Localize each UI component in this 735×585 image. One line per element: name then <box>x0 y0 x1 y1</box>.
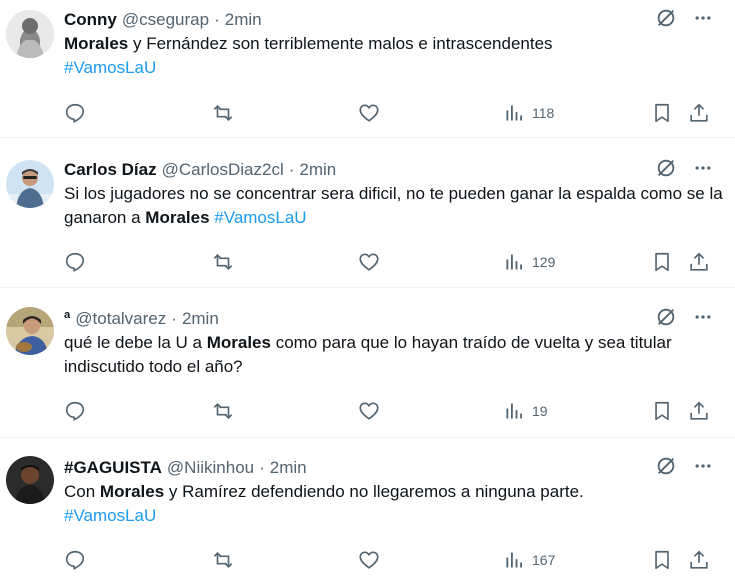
views-button[interactable]: 118 <box>504 100 554 126</box>
tweet-text: Con Morales y Ramírez defendiendo no lle… <box>64 480 724 528</box>
views-chart-icon <box>504 549 524 571</box>
separator-dot: · <box>171 309 177 328</box>
user-handle[interactable]: @csegurap <box>122 10 209 30</box>
more-options-icon[interactable] <box>693 8 713 33</box>
tweet-top-icons <box>655 158 713 182</box>
bookmark-icon[interactable] <box>651 249 673 275</box>
reply-icon[interactable] <box>64 100 86 126</box>
heart-icon[interactable] <box>358 398 380 424</box>
timestamp[interactable]: 2min <box>182 309 219 329</box>
views-button[interactable]: 167 <box>504 547 555 573</box>
views-chart-icon <box>504 400 524 422</box>
tweet[interactable]: ª @totalvarez · 2min qué le debe la U a … <box>0 307 735 438</box>
tweet[interactable]: #GAGUISTA @Niikinhou · 2min Con Morales … <box>0 456 735 585</box>
tweet-text: Si los jugadores no se concentrar sera d… <box>64 182 724 230</box>
tweet-text: Morales y Fernández son terriblemente ma… <box>64 32 724 80</box>
reply-icon[interactable] <box>64 547 86 573</box>
views-count: 118 <box>532 105 555 121</box>
tweet-header: Conny @csegurap · 2min <box>64 8 262 32</box>
tweet-header: ª @totalvarez · 2min <box>64 307 219 331</box>
share-icon[interactable] <box>688 249 710 275</box>
heart-icon[interactable] <box>358 547 380 573</box>
user-name[interactable]: Conny <box>64 10 117 30</box>
tweet-text-segment: qué le debe la U a <box>64 333 207 352</box>
timestamp[interactable]: 2min <box>299 160 336 180</box>
tweet-text: qué le debe la U a Morales como para que… <box>64 331 724 379</box>
user-handle[interactable]: @CarlosDiaz2cl <box>162 160 284 180</box>
grok-icon[interactable] <box>655 306 677 333</box>
heart-icon[interactable] <box>358 100 380 126</box>
user-name[interactable]: ª <box>64 309 70 329</box>
user-name[interactable]: Carlos Díaz <box>64 160 157 180</box>
grok-icon[interactable] <box>655 157 677 184</box>
views-chart-icon <box>504 251 524 273</box>
tweet-actions: 19 <box>64 398 718 424</box>
views-button[interactable]: 19 <box>504 398 548 424</box>
highlighted-keyword[interactable]: Morales <box>207 333 271 352</box>
highlighted-keyword[interactable]: Morales <box>145 208 209 227</box>
tweet-actions: 118 <box>64 100 718 126</box>
avatar[interactable] <box>6 160 54 208</box>
more-options-icon[interactable] <box>693 158 713 183</box>
highlighted-keyword[interactable]: Morales <box>64 34 128 53</box>
retweet-icon[interactable] <box>211 249 235 275</box>
tweet-top-icons <box>655 456 713 480</box>
share-icon[interactable] <box>688 547 710 573</box>
bookmark-icon[interactable] <box>651 398 673 424</box>
tweet-text-segment: y Ramírez defendiendo no llegaremos a ni… <box>164 482 584 501</box>
views-count: 167 <box>532 552 556 568</box>
tweet-header: Carlos Díaz @CarlosDiaz2cl · 2min <box>64 158 336 182</box>
avatar[interactable] <box>6 10 54 58</box>
views-count: 19 <box>532 403 548 419</box>
tweet-text-segment: y Fernández son terriblemente malos e in… <box>128 34 553 53</box>
tweet-feed: Conny @csegurap · 2min Morales y Fernánd… <box>0 0 735 585</box>
reply-icon[interactable] <box>64 249 86 275</box>
views-button[interactable]: 129 <box>504 249 555 275</box>
hashtag-link[interactable]: #VamosLaU <box>64 506 156 525</box>
share-icon[interactable] <box>688 100 710 126</box>
separator-dot: · <box>214 10 220 29</box>
tweet-header: #GAGUISTA @Niikinhou · 2min <box>64 456 307 480</box>
grok-icon[interactable] <box>655 455 677 482</box>
highlighted-keyword[interactable]: Morales <box>100 482 164 501</box>
tweet[interactable]: Conny @csegurap · 2min Morales y Fernánd… <box>0 8 735 138</box>
user-handle[interactable]: @Niikinhou <box>167 458 254 478</box>
tweet[interactable]: Carlos Díaz @CarlosDiaz2cl · 2min Si los… <box>0 158 735 288</box>
heart-icon[interactable] <box>358 249 380 275</box>
user-name[interactable]: #GAGUISTA <box>64 458 162 478</box>
views-count: 129 <box>532 254 556 270</box>
separator-dot: · <box>288 160 295 179</box>
tweet-actions: 129 <box>64 249 718 275</box>
more-options-icon[interactable] <box>693 307 713 332</box>
more-options-icon[interactable] <box>693 456 713 481</box>
tweet-top-icons <box>655 307 713 331</box>
bookmark-icon[interactable] <box>651 547 673 573</box>
bookmark-icon[interactable] <box>651 100 673 126</box>
reply-icon[interactable] <box>64 398 86 424</box>
grok-icon[interactable] <box>655 7 677 34</box>
retweet-icon[interactable] <box>211 100 235 126</box>
tweet-top-icons <box>655 8 713 32</box>
tweet-actions: 167 <box>64 547 718 573</box>
hashtag-link[interactable]: #VamosLaU <box>214 208 306 227</box>
hashtag-link[interactable]: #VamosLaU <box>64 58 156 77</box>
user-handle[interactable]: @totalvarez <box>75 309 166 329</box>
separator-dot: · <box>259 458 265 477</box>
avatar[interactable] <box>6 456 54 504</box>
share-icon[interactable] <box>688 398 710 424</box>
tweet-text-segment: Con <box>64 482 100 501</box>
timestamp[interactable]: 2min <box>225 10 262 30</box>
retweet-icon[interactable] <box>211 547 235 573</box>
timestamp[interactable]: 2min <box>270 458 307 478</box>
avatar[interactable] <box>6 307 54 355</box>
retweet-icon[interactable] <box>211 398 235 424</box>
views-chart-icon <box>504 102 524 124</box>
